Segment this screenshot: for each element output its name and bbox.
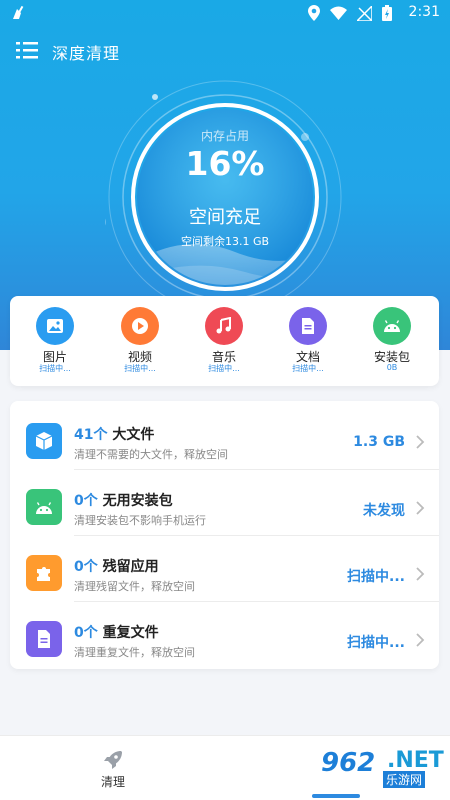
image-icon [36, 307, 74, 345]
watermark-net: .NET [387, 748, 444, 773]
cube-icon [26, 423, 62, 459]
cleanup-list: 41个 大文件 清理不需要的大文件，释放空间 1.3 GB 0个 无用安装包 清… [10, 401, 439, 669]
row-value: 扫描中... [347, 569, 405, 585]
divider [74, 601, 439, 602]
watermark-number: 962 [321, 748, 376, 778]
row-title: 0个 无用安装包 [74, 490, 173, 510]
chevron-right-icon [416, 633, 425, 647]
category-status: 扫描中... [39, 364, 71, 373]
row-residual-apps[interactable]: 0个 残留应用 清理残留文件，释放空间 扫描中... [10, 537, 439, 603]
row-title: 0个 残留应用 [74, 556, 159, 576]
android-icon [373, 307, 411, 345]
android-icon [26, 489, 62, 525]
app-title: 深度清理 [52, 44, 121, 63]
memory-gauge [105, 80, 342, 314]
row-count: 0个 [74, 625, 98, 641]
row-value: 未发现 [363, 503, 405, 519]
location-icon [308, 5, 320, 21]
category-status: 扫描中... [208, 364, 240, 373]
row-name: 大文件 [112, 427, 155, 443]
row-name: 无用安装包 [102, 493, 173, 509]
row-description: 清理不需要的大文件，释放空间 [74, 448, 228, 461]
cleaner-notification-icon [13, 5, 24, 19]
status-icons [308, 5, 392, 21]
row-count: 0个 [74, 493, 98, 509]
document-icon [289, 307, 327, 345]
category-videos[interactable]: 视频 扫描中... [98, 296, 182, 386]
category-status: 扫描中... [292, 364, 324, 373]
row-title: 0个 重复文件 [74, 622, 159, 642]
document-icon [26, 621, 62, 657]
row-unused-apk[interactable]: 0个 无用安装包 清理安装包不影响手机运行 未发现 [10, 471, 439, 537]
category-images[interactable]: 图片 扫描中... [13, 296, 97, 386]
row-description: 清理安装包不影响手机运行 [74, 514, 206, 527]
menu-icon[interactable] [16, 40, 38, 60]
music-icon [205, 307, 243, 345]
chevron-right-icon [416, 435, 425, 449]
category-status: 扫描中... [124, 364, 156, 373]
nav-label: 清理 [100, 775, 125, 789]
rocket-icon [104, 751, 122, 769]
nav-tab-clean[interactable]: 清理 [53, 736, 173, 800]
status-bar: 2:31 [0, 0, 450, 26]
watermark-sub: 乐游网 [383, 771, 426, 788]
battery-icon [382, 5, 392, 21]
category-apk[interactable]: 安装包 0B [350, 296, 434, 386]
category-music[interactable]: 音乐 扫描中... [182, 296, 266, 386]
row-description: 清理重复文件，释放空间 [74, 646, 195, 659]
row-title: 41个 大文件 [74, 424, 154, 444]
play-icon [121, 307, 159, 345]
space-status: 空间充足 [189, 207, 261, 228]
gauge-label: 内存占用 [200, 129, 249, 143]
chevron-right-icon [416, 567, 425, 581]
row-count: 0个 [74, 559, 98, 575]
wifi-icon [330, 6, 347, 20]
chevron-right-icon [416, 501, 425, 515]
row-description: 清理残留文件，释放空间 [74, 580, 195, 593]
no-signal-icon [357, 5, 372, 21]
row-value: 扫描中... [347, 635, 405, 651]
category-documents[interactable]: 文档 扫描中... [266, 296, 350, 386]
space-remaining: 空间剩余13.1 GB [180, 235, 270, 248]
category-status: 0B [386, 363, 398, 372]
row-large-files[interactable]: 41个 大文件 清理不需要的大文件，释放空间 1.3 GB [10, 405, 439, 471]
row-duplicate-files[interactable]: 0个 重复文件 清理重复文件，释放空间 扫描中... [10, 603, 439, 669]
divider [74, 469, 439, 470]
row-name: 重复文件 [102, 625, 159, 641]
category-card: 图片 扫描中... 视频 扫描中... 音乐 扫描中... 文档 扫描中... … [10, 296, 439, 386]
divider [74, 535, 439, 536]
site-watermark: 962 .NET 乐游网 [313, 742, 444, 790]
status-time: 2:31 [408, 4, 440, 20]
memory-percent: 16% [185, 144, 265, 183]
row-name: 残留应用 [102, 559, 159, 575]
puzzle-icon [26, 555, 62, 591]
row-count: 41个 [74, 427, 108, 443]
active-tab-indicator [312, 794, 360, 798]
row-value: 1.3 GB [353, 434, 405, 450]
